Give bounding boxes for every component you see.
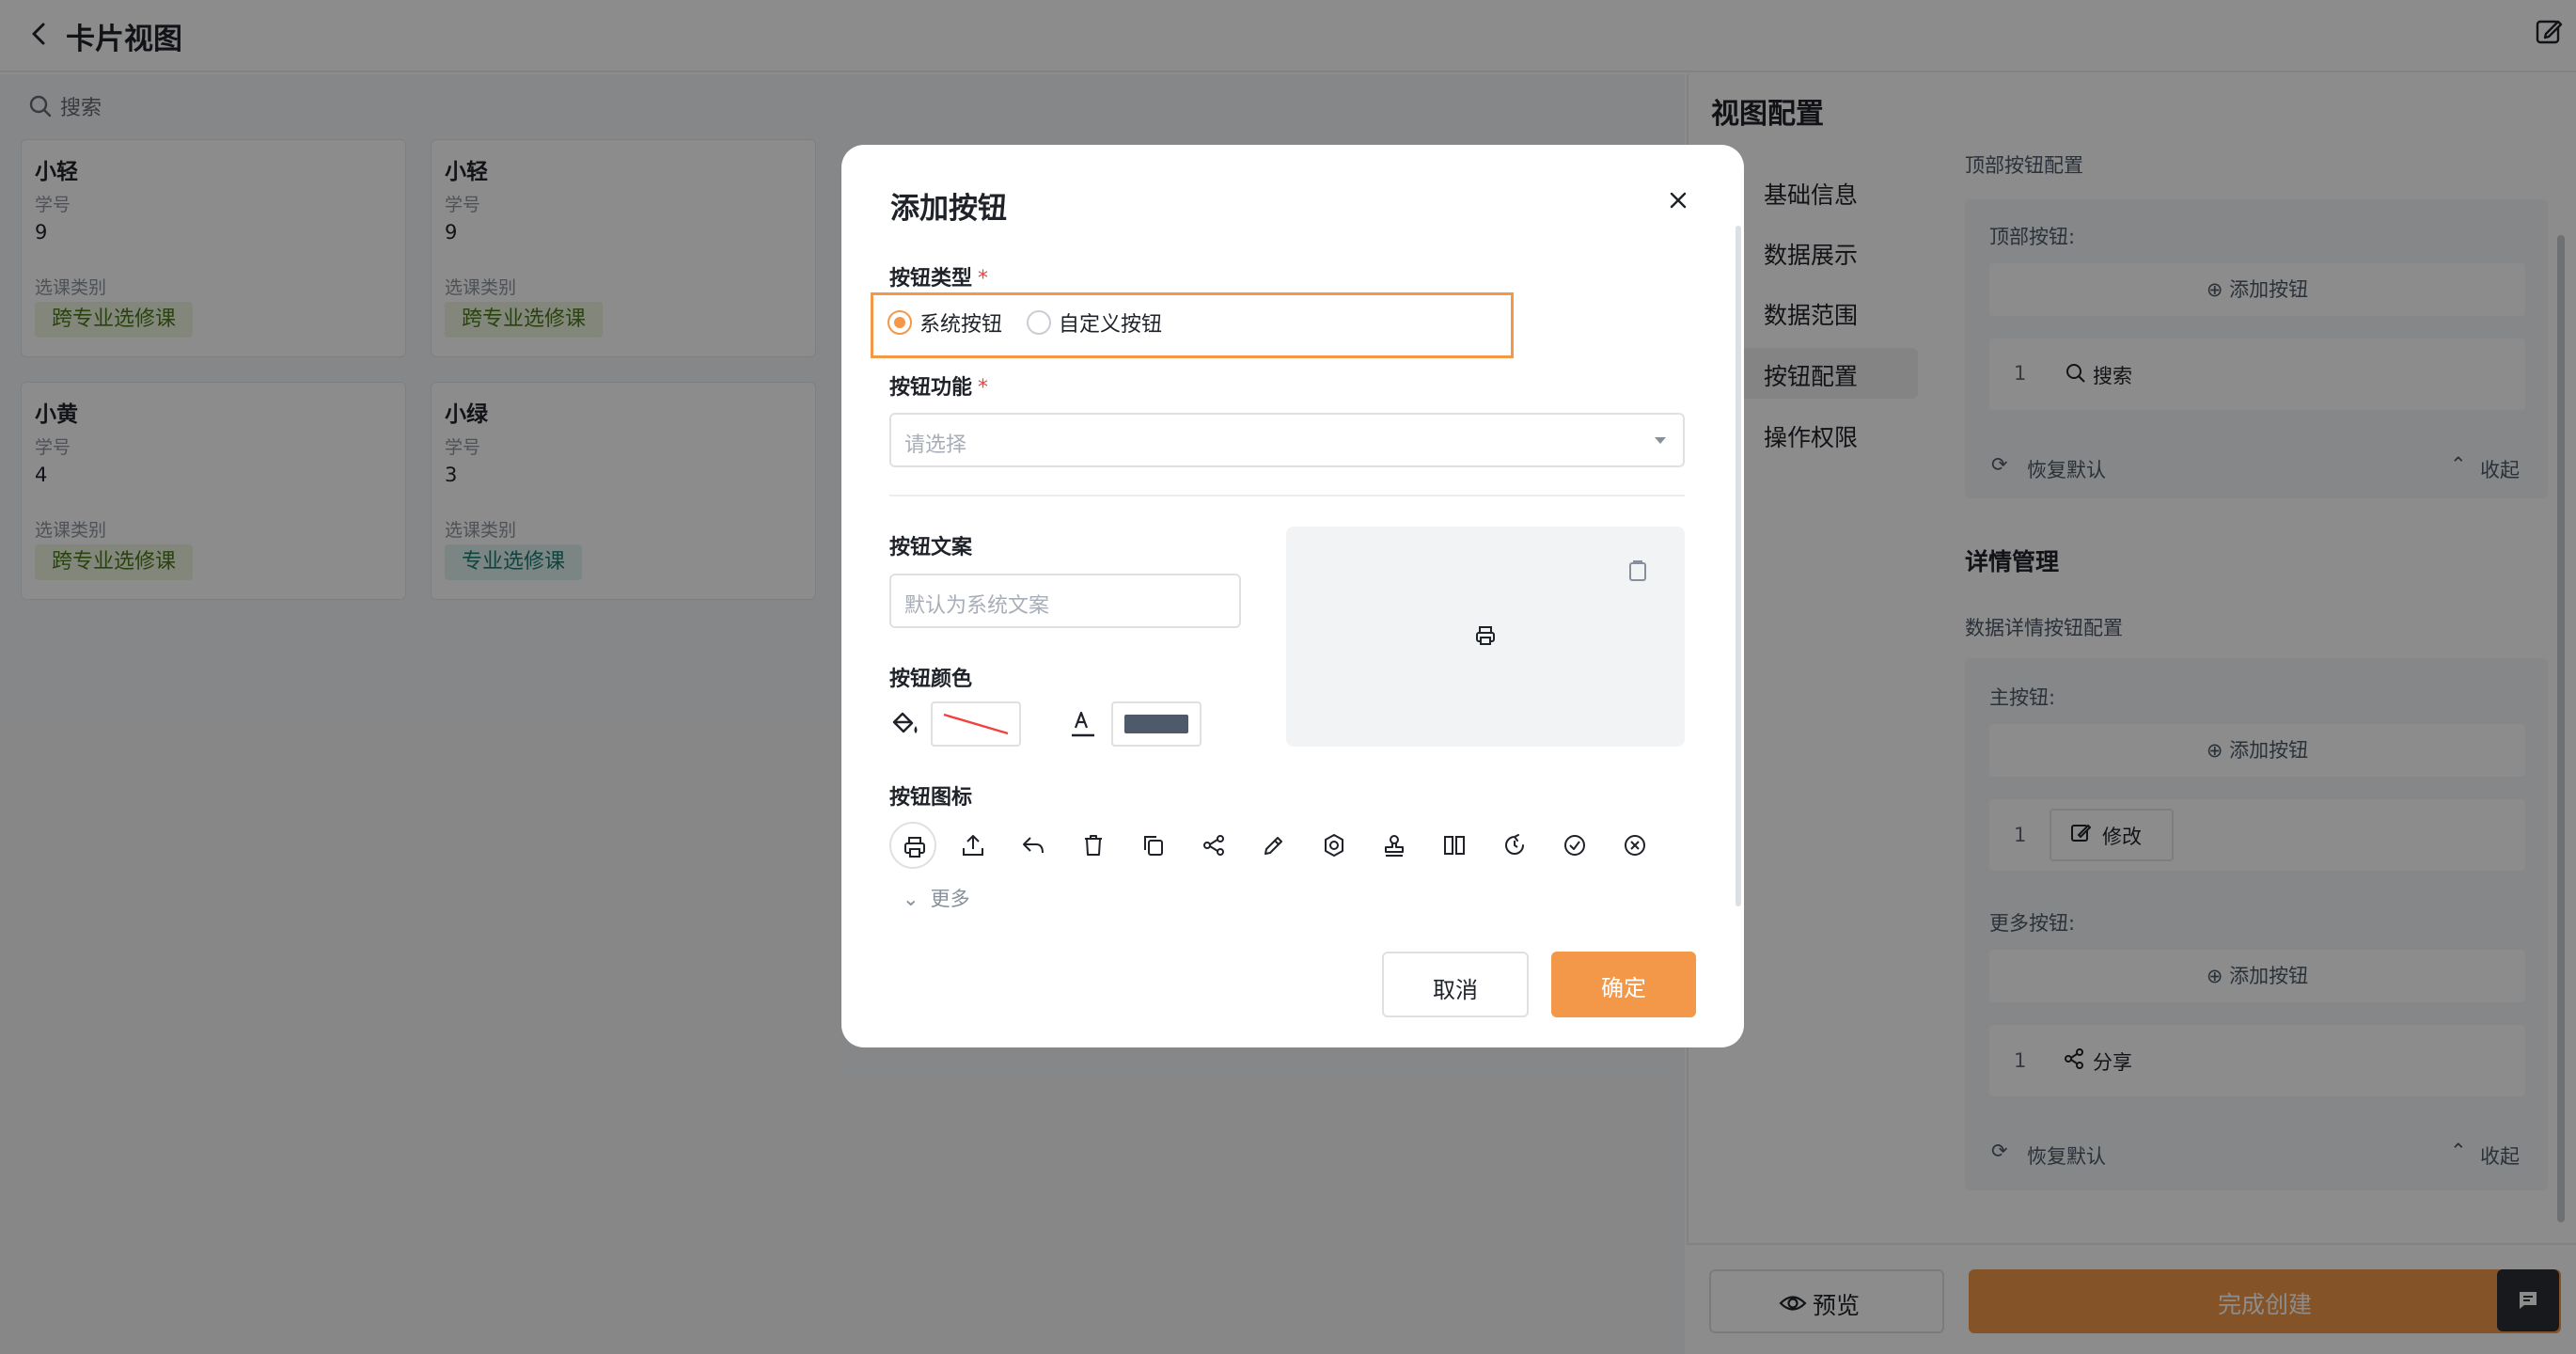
icon-option-stamp[interactable] [1371, 822, 1418, 869]
settings-icon [1325, 834, 1343, 857]
radio-custom-button[interactable] [1027, 310, 1051, 335]
close-icon[interactable] [1664, 186, 1692, 214]
button-function-label: 按钮功能 * [889, 376, 989, 400]
radio-custom-label[interactable]: 自定义按钮 [1059, 307, 1162, 338]
refresh-icon [1505, 834, 1524, 855]
fill-color-icon [889, 711, 919, 739]
chevron-down-icon [1655, 437, 1666, 444]
button-text-input[interactable]: 默认为系统文案 [889, 574, 1241, 628]
more-icons-toggle[interactable]: ⌄ 更多 [903, 884, 970, 912]
background-color-swatch[interactable] [931, 701, 1021, 747]
input-placeholder: 默认为系统文案 [904, 594, 1050, 618]
divider [889, 495, 1685, 496]
printer-icon [904, 837, 925, 858]
icon-option-refresh[interactable] [1491, 822, 1538, 869]
text-color-swatch[interactable] [1111, 701, 1202, 747]
copy-icon [1144, 836, 1163, 856]
dialog-scrollbar[interactable] [1736, 226, 1741, 906]
close-circle-icon [1625, 835, 1645, 856]
button-color-label: 按钮颜色 [889, 668, 973, 691]
icon-option-reply[interactable] [1010, 822, 1057, 869]
radio-system-button[interactable] [887, 310, 912, 335]
share-icon [1203, 835, 1224, 856]
icon-option-columns[interactable] [1431, 822, 1478, 869]
button-type-label: 按钮类型 * [889, 267, 989, 291]
icon-option-upload[interactable] [950, 822, 997, 869]
button-function-select[interactable]: 请选择 [889, 413, 1685, 467]
copy-icon [1629, 560, 1646, 581]
dialog-title: 添加按钮 [890, 192, 1007, 226]
radio-system-label[interactable]: 系统按钮 [919, 307, 1002, 338]
icon-option-close[interactable] [1611, 822, 1658, 869]
button-preview-box [1286, 527, 1685, 747]
select-placeholder: 请选择 [904, 433, 967, 457]
font-color-icon [1068, 709, 1098, 739]
icon-option-share[interactable] [1190, 822, 1237, 869]
printer-icon [1476, 626, 1495, 645]
icon-option-pen[interactable] [1250, 822, 1297, 869]
confirm-button[interactable]: 确定 [1551, 952, 1696, 1017]
columns-icon [1444, 836, 1465, 855]
cancel-button[interactable]: 取消 [1382, 952, 1529, 1017]
icon-option-printer[interactable] [889, 822, 936, 869]
cancel-label: 取消 [1433, 977, 1478, 1003]
stamp-icon [1385, 835, 1404, 857]
trash-icon [1085, 835, 1102, 856]
icon-option-trash[interactable] [1070, 822, 1117, 869]
icon-option-check[interactable] [1551, 822, 1598, 869]
pen-icon [1264, 837, 1282, 855]
check-circle-icon [1564, 835, 1585, 856]
upload-icon [963, 835, 983, 856]
icon-option-copy[interactable] [1130, 822, 1177, 869]
reply-icon [1023, 837, 1044, 854]
button-icon-label: 按钮图标 [889, 786, 973, 810]
chevron-down-icon: ⌄ [903, 888, 919, 910]
icon-option-settings[interactable] [1311, 822, 1358, 869]
button-text-label: 按钮文案 [889, 536, 973, 559]
confirm-label: 确定 [1601, 975, 1646, 1001]
text-color-fill [1124, 715, 1188, 733]
